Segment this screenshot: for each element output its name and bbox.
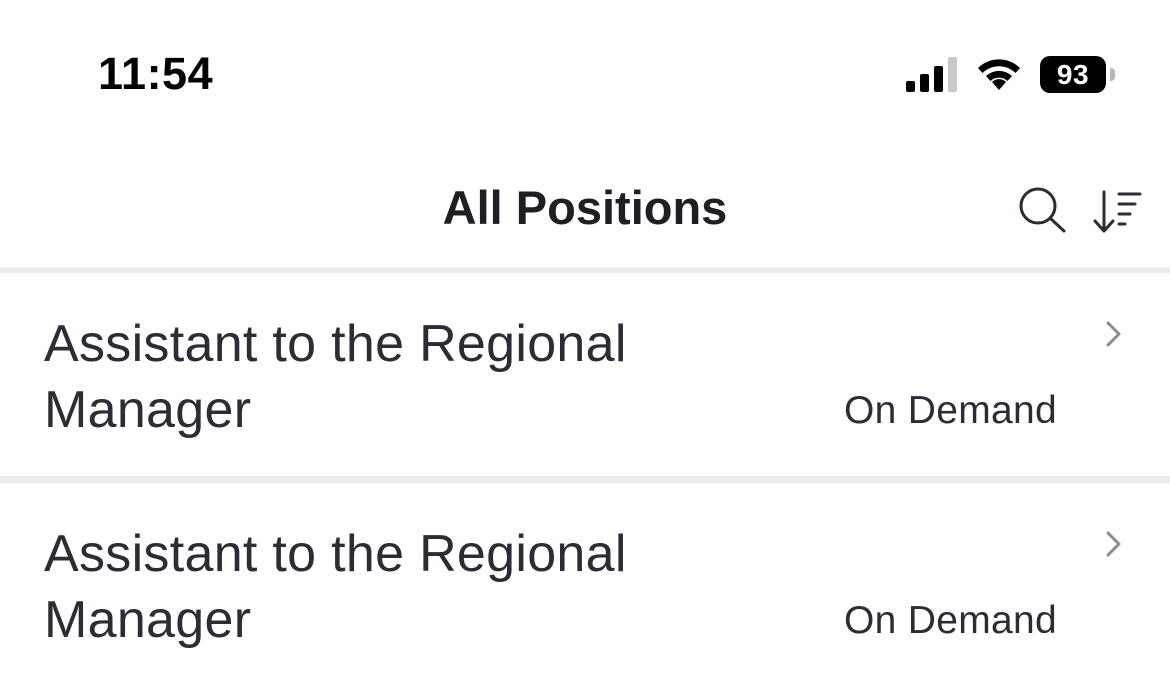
wifi-icon (978, 59, 1020, 90)
position-type: On Demand (844, 389, 1057, 432)
battery-indicator: 93 (1040, 56, 1118, 93)
status-bar: 11:54 93 (0, 0, 1170, 150)
status-time: 11:54 (98, 48, 214, 99)
position-type: On Demand (844, 599, 1057, 642)
battery-level: 93 (1040, 56, 1106, 93)
chevron-right-icon (1106, 531, 1121, 557)
position-row[interactable]: Assistant to the Regional Manager On Dem… (0, 483, 1170, 686)
page-title: All Positions (442, 181, 728, 234)
chevron-right-icon (1106, 321, 1121, 347)
position-title: Assistant to the Regional Manager (44, 315, 627, 439)
row-divider (0, 476, 1170, 483)
navigation-bar: All Positions (0, 150, 1170, 268)
cellular-signal-icon (906, 57, 957, 92)
search-icon[interactable] (1016, 186, 1072, 234)
position-title: Assistant to the Regional Manager (44, 525, 627, 649)
position-row[interactable]: Assistant to the Regional Manager On Dem… (0, 273, 1170, 476)
battery-cap (1110, 68, 1115, 81)
sort-descending-icon[interactable] (1090, 188, 1142, 234)
positions-list: Assistant to the Regional Manager On Dem… (0, 273, 1170, 686)
